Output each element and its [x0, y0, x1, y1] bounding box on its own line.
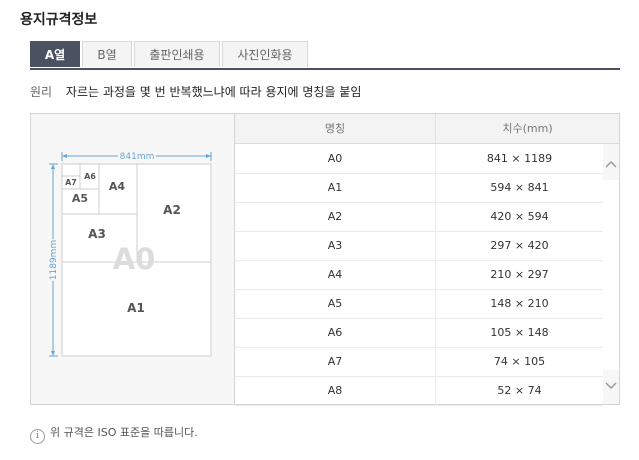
- size-name: A0: [235, 144, 436, 173]
- footnote-text: 위 규격은 ISO 표준을 따릅니다.: [50, 426, 198, 439]
- table-header: 명칭 치수(mm): [235, 114, 619, 144]
- size-name: A6: [235, 318, 436, 347]
- height-label: 1189mm: [49, 240, 59, 280]
- size-name: A5: [235, 289, 436, 318]
- iso-footnote: i 위 규격은 ISO 표준을 따릅니다.: [30, 424, 198, 444]
- tab-publishing[interactable]: 출판인쇄용: [134, 41, 220, 67]
- table-row: A0 841 × 1189: [235, 144, 603, 174]
- label-a0: A0: [113, 242, 156, 276]
- size-name: A3: [235, 231, 436, 260]
- scroll-thumb[interactable]: [603, 180, 619, 370]
- height-dimension: 1189mm: [47, 163, 59, 357]
- size-name: A7: [235, 347, 436, 376]
- label-a5: A5: [72, 192, 88, 205]
- table-row: A2 420 × 594: [235, 202, 603, 232]
- label-a2: A2: [163, 203, 181, 217]
- table-row: A7 74 × 105: [235, 347, 603, 377]
- table-body[interactable]: A0 841 × 1189 A1 594 × 841 A2 420 × 594 …: [235, 144, 603, 406]
- page-title: 용지규격정보: [20, 12, 98, 28]
- table-row: A4 210 × 297: [235, 260, 603, 290]
- table-scrollbar[interactable]: [603, 144, 619, 404]
- table-row: A3 297 × 420: [235, 231, 603, 261]
- paper-size-table: 명칭 치수(mm) A0 841 × 1189 A1 594 × 841 A2 …: [235, 114, 619, 406]
- size-dimensions: 148 × 210: [490, 297, 549, 310]
- table-row: A5 148 × 210: [235, 289, 603, 319]
- principle-description: 원리 자르는 과정을 몇 번 반복했느냐에 따라 용지에 명칭을 붙임: [30, 83, 361, 100]
- scroll-up-arrow-icon[interactable]: [603, 154, 619, 174]
- size-name: A2: [235, 202, 436, 231]
- size-dimensions: 74 × 105: [493, 355, 546, 368]
- principle-label: 원리: [30, 85, 53, 99]
- paper-series-tabs: A열 B열 출판인쇄용 사진인화용: [30, 41, 620, 70]
- table-row: A6 105 × 148: [235, 318, 603, 348]
- paper-size-panel: 841mm 1189mm A0 A1 A2 A3 A4 A5 A6 A7 명칭 …: [30, 113, 620, 406]
- a-series-diagram: 841mm 1189mm A0 A1 A2 A3 A4 A5 A6 A7: [47, 150, 212, 357]
- table-row: A1 594 × 841: [235, 173, 603, 203]
- table-row: A8 52 × 74: [235, 376, 603, 406]
- paper-size-diagram-area: 841mm 1189mm A0 A1 A2 A3 A4 A5 A6 A7: [31, 114, 235, 404]
- label-a6: A6: [84, 172, 96, 181]
- size-name: A4: [235, 260, 436, 289]
- size-name: A8: [235, 376, 436, 405]
- label-a4: A4: [109, 180, 126, 193]
- tab-photo-print[interactable]: 사진인화용: [222, 41, 308, 67]
- size-name: A1: [235, 173, 436, 202]
- size-dimensions: 594 × 841: [490, 181, 549, 194]
- width-label: 841mm: [120, 152, 155, 162]
- size-dimensions: 105 × 148: [490, 326, 549, 339]
- size-dimensions: 420 × 594: [490, 210, 549, 223]
- tab-a-series[interactable]: A열: [30, 41, 80, 67]
- size-dimensions: 210 × 297: [490, 268, 549, 281]
- tab-b-series[interactable]: B열: [82, 41, 132, 67]
- label-a7: A7: [65, 178, 77, 187]
- width-dimension: 841mm: [61, 150, 212, 162]
- size-dimensions: 52 × 74: [497, 384, 542, 397]
- info-icon: i: [30, 429, 45, 444]
- size-dimensions: 841 × 1189: [486, 152, 553, 165]
- label-a3: A3: [88, 227, 106, 241]
- size-dimensions: 297 × 420: [490, 239, 549, 252]
- label-a1: A1: [127, 301, 145, 315]
- scroll-down-arrow-icon[interactable]: [603, 376, 619, 396]
- header-name: 명칭: [235, 114, 436, 143]
- principle-text: 자르는 과정을 몇 번 반복했느냐에 따라 용지에 명칭을 붙임: [65, 85, 362, 99]
- header-dimensions: 치수(mm): [502, 122, 553, 135]
